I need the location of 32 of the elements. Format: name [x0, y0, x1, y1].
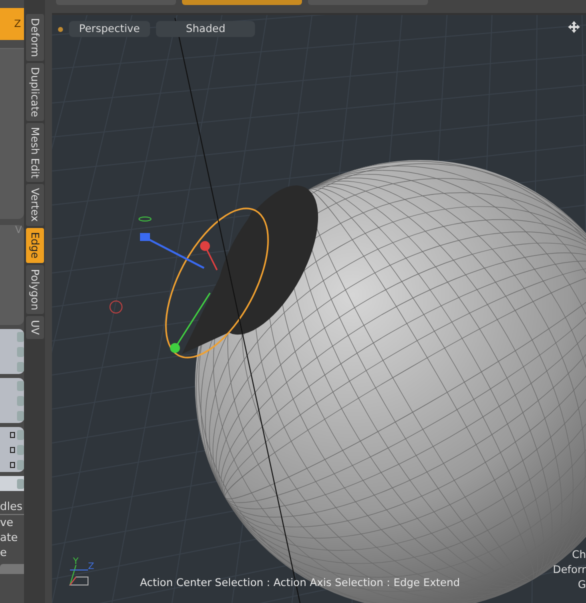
axis-indicator-icon: [69, 564, 88, 586]
tool-tab[interactable]: Duplicate: [26, 63, 44, 122]
tool-tab[interactable]: UV: [26, 316, 44, 339]
axis-label: Y: [73, 557, 78, 567]
selected-edge-ring[interactable]: [165, 208, 269, 358]
tool-tab[interactable]: Deform: [26, 14, 44, 62]
info-text: Deforr: [552, 563, 586, 578]
tool-tab[interactable]: Vertex: [26, 184, 44, 226]
list-item[interactable]: e: [0, 545, 24, 560]
move-icon[interactable]: [568, 21, 580, 33]
toolbar-button[interactable]: [182, 0, 302, 5]
status-message: Action Center Selection : Action Axis Selection : Edge Extend: [140, 577, 460, 589]
key-marker-icon: [10, 446, 15, 452]
list-item[interactable]: ate: [0, 530, 24, 545]
tool-tab[interactable]: Polygon: [26, 264, 44, 314]
view-mode-button[interactable]: Perspective: [69, 21, 150, 37]
3d-viewport[interactable]: Perspective Shaded Y Z Action Center Selection : Action Axis Selection : Edge Extend Ch Deforr G: [52, 15, 586, 603]
cylinder-band[interactable]: [182, 185, 318, 354]
panel-splitter[interactable]: [45, 0, 52, 603]
list-item[interactable]: ve: [0, 515, 24, 530]
status-dot-icon: [58, 26, 63, 32]
transform-gizmo-drawing[interactable]: [110, 216, 218, 353]
tool-tab[interactable]: Mesh Edit: [26, 123, 44, 182]
info-text: G: [578, 578, 586, 593]
shading-mode-button[interactable]: Shaded: [156, 21, 256, 37]
axis-label: Z: [88, 562, 94, 572]
key-marker-icon: [10, 462, 15, 468]
key-marker-icon: [10, 432, 15, 438]
tool-tab[interactable]: Edge: [26, 228, 44, 263]
axis-button[interactable]: Z: [0, 8, 24, 40]
info-text: Ch: [572, 548, 586, 563]
dropdown[interactable]: [0, 564, 24, 574]
